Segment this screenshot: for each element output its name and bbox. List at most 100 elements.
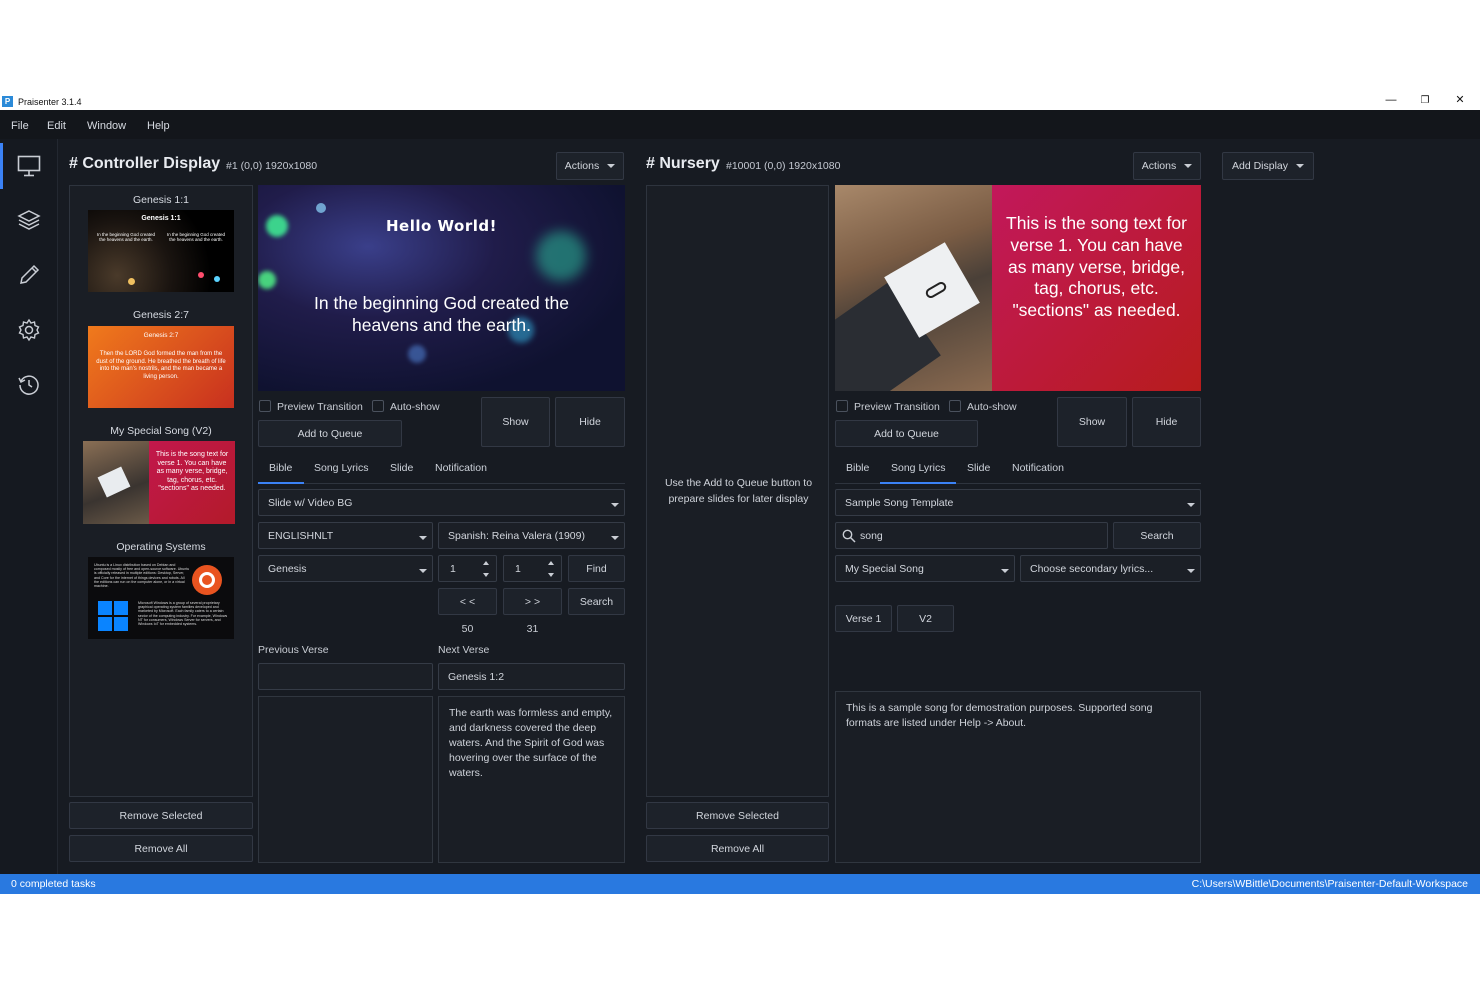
layers-icon[interactable] (14, 205, 44, 235)
nursery-queue-list[interactable]: Use the Add to Queue button to prepare s… (646, 185, 829, 797)
chapter-value: 1 (450, 562, 456, 575)
section-v2-button[interactable]: V2 (897, 605, 954, 632)
thumb-text-left: In the beginning God created the heavens… (96, 232, 156, 242)
controller-add-to-queue-button[interactable]: Add to Queue (258, 420, 402, 447)
tab-song-lyrics[interactable]: Song Lyrics (314, 462, 368, 474)
section-verse-1-button[interactable]: Verse 1 (835, 605, 892, 632)
next-verse-text[interactable]: The earth was formless and empty, and da… (438, 696, 625, 863)
controller-preview: Hello World! In the beginning God create… (258, 185, 625, 391)
navigation-rail (0, 139, 58, 874)
auto-show-label: Auto-show (390, 401, 440, 413)
song-search-button[interactable]: Search (1113, 522, 1201, 549)
controller-remove-all-button[interactable]: Remove All (69, 835, 253, 862)
chevron-down-icon (1187, 503, 1195, 507)
add-display-button[interactable]: Add Display (1222, 152, 1314, 180)
chevron-down-icon (419, 569, 427, 573)
nursery-remove-all-button[interactable]: Remove All (646, 835, 829, 862)
nursery-remove-selected-button[interactable]: Remove Selected (646, 802, 829, 829)
previous-verse-text[interactable] (258, 696, 433, 863)
menu-help[interactable]: Help (147, 120, 170, 132)
book-select[interactable]: Genesis (258, 555, 433, 582)
chevron-down-icon (1187, 569, 1195, 573)
menu-edit[interactable]: Edit (47, 120, 66, 132)
thumb-text-right: In the beginning God created the heavens… (166, 232, 226, 242)
windows-logo-icon (98, 601, 128, 631)
controller-remove-selected-button[interactable]: Remove Selected (69, 802, 253, 829)
chevron-down-icon (1184, 164, 1193, 168)
nursery-template-select[interactable]: Sample Song Template (835, 489, 1201, 516)
menu-bar: File Edit Window Help (0, 110, 1480, 139)
nursery-preview-transition-checkbox[interactable] (836, 400, 848, 412)
controller-auto-show-checkbox[interactable] (372, 400, 384, 412)
menu-file[interactable]: File (11, 120, 29, 132)
menu-window[interactable]: Window (87, 120, 126, 132)
chevron-down-icon (611, 503, 619, 507)
song-select[interactable]: My Special Song (835, 555, 1015, 582)
find-button[interactable]: Find (568, 555, 625, 582)
song-search-input[interactable]: song (835, 522, 1108, 549)
bokeh-light (536, 231, 586, 281)
verse-count: 31 (526, 623, 539, 635)
search-value: song (860, 529, 883, 542)
tab-song-lyrics[interactable]: Song Lyrics (891, 462, 945, 474)
song-notes[interactable]: This is a sample song for demostration p… (835, 691, 1201, 863)
tab-bible[interactable]: Bible (846, 462, 869, 474)
preview-heading: Hello World! (386, 217, 497, 235)
pencil-icon[interactable] (14, 260, 44, 290)
previous-button[interactable]: < < (438, 588, 497, 615)
tab-notification[interactable]: Notification (1012, 462, 1064, 474)
spinner-down-icon[interactable] (476, 569, 496, 581)
nursery-show-button[interactable]: Show (1057, 397, 1127, 447)
controller-show-button[interactable]: Show (481, 397, 550, 447)
nursery-auto-show-checkbox[interactable] (949, 400, 961, 412)
secondary-bible-select[interactable]: Spanish: Reina Valera (1909) (438, 522, 625, 549)
gear-icon[interactable] (14, 315, 44, 345)
tab-notification[interactable]: Notification (435, 462, 487, 474)
tab-slide[interactable]: Slide (390, 462, 413, 474)
next-verse-field[interactable]: Genesis 1:2 (438, 663, 625, 690)
notebook-shape (97, 466, 131, 498)
status-bar: 0 completed tasks C:\Users\WBittle\Docum… (0, 874, 1480, 894)
minimize-button[interactable]: — (1374, 93, 1408, 110)
workspace-path[interactable]: C:\Users\WBittle\Documents\Praisenter-De… (1192, 878, 1468, 890)
chapter-spinner[interactable]: 1 (438, 555, 497, 582)
app-icon: P (2, 96, 13, 107)
nursery-hide-button[interactable]: Hide (1132, 397, 1201, 447)
bokeh-light (408, 345, 426, 363)
task-status: 0 completed tasks (11, 878, 96, 890)
tab-slide[interactable]: Slide (967, 462, 990, 474)
queue-item-genesis-1-1[interactable]: Genesis 1:1 In the beginning God created… (88, 210, 234, 292)
restore-button[interactable]: ❐ (1408, 93, 1442, 110)
actions-label: Actions (1141, 160, 1177, 172)
bible-search-button[interactable]: Search (568, 588, 625, 615)
nursery-add-to-queue-button[interactable]: Add to Queue (835, 420, 978, 447)
tab-bible[interactable]: Bible (269, 462, 292, 474)
preview-transition-label: Preview Transition (277, 401, 363, 413)
spinner-up-icon[interactable] (476, 557, 496, 569)
chevron-down-icon (1001, 569, 1009, 573)
controller-hide-button[interactable]: Hide (555, 397, 625, 447)
spinner-up-icon[interactable] (541, 557, 561, 569)
nursery-actions-button[interactable]: Actions (1133, 152, 1201, 180)
monitor-icon[interactable] (14, 151, 44, 181)
controller-actions-button[interactable]: Actions (556, 152, 624, 180)
controller-queue-list[interactable]: Genesis 1:1 Genesis 1:1 In the beginning… (69, 185, 253, 797)
preview-text: In the beginning God created the heavens… (314, 293, 569, 335)
verse-spinner[interactable]: 1 (503, 555, 562, 582)
previous-verse-field[interactable] (258, 663, 433, 690)
queue-item-title: Genesis 2:7 (132, 309, 190, 321)
queue-item-my-special-song[interactable]: This is the song text for verse 1. You c… (83, 441, 235, 524)
tab-divider (258, 483, 625, 484)
active-tab-indicator (258, 482, 304, 484)
close-button[interactable]: ✕ (1443, 93, 1477, 110)
primary-bible-select[interactable]: ENGLISHNLT (258, 522, 433, 549)
auto-show-label: Auto-show (967, 401, 1017, 413)
secondary-lyrics-select[interactable]: Choose secondary lyrics... (1020, 555, 1201, 582)
history-icon[interactable] (14, 370, 44, 400)
spinner-down-icon[interactable] (541, 569, 561, 581)
next-button[interactable]: > > (503, 588, 562, 615)
controller-template-select[interactable]: Slide w/ Video BG (258, 489, 625, 516)
queue-item-operating-systems[interactable]: Ubuntu is a Linux distribution based on … (88, 557, 234, 639)
queue-item-genesis-2-7[interactable]: Genesis 2:7 Then the LORD God formed the… (88, 326, 234, 408)
controller-preview-transition-checkbox[interactable] (259, 400, 271, 412)
